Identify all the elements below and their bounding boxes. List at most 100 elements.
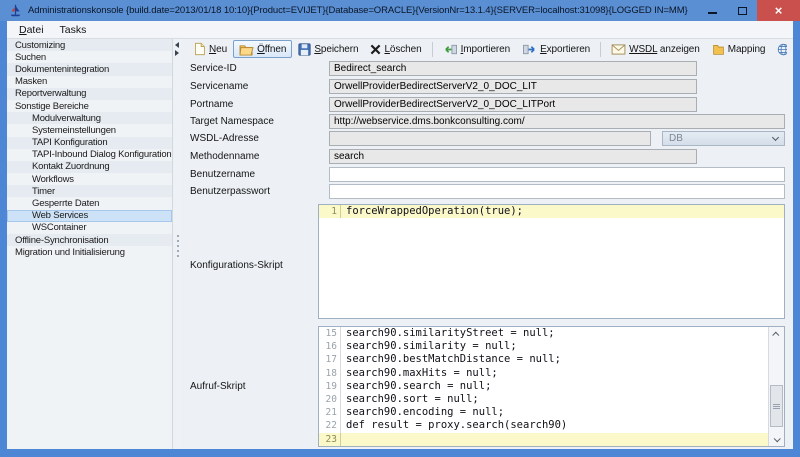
portname-label: Portname <box>190 99 233 110</box>
exportieren-button[interactable]: Exportieren <box>516 40 596 58</box>
sidebar-item-label: Migration und Initialisierung <box>15 247 125 258</box>
sidebar-item-customizing[interactable]: Customizing <box>7 39 172 51</box>
aufruf-skript-label: Aufruf-Skript <box>190 381 246 392</box>
sidebar-item-sonstige-bereiche[interactable]: Sonstige Bereiche <box>7 100 172 112</box>
export-icon <box>522 43 537 56</box>
sidebar-item-workflows[interactable]: Workflows <box>7 173 172 185</box>
sidebar-item-reportverwaltung[interactable]: Reportverwaltung <box>7 88 172 100</box>
sidebar-item-label: Timer <box>32 186 55 197</box>
window-controls: × <box>697 0 800 21</box>
sidebar-item-label: Dokumentenintegration <box>15 64 109 75</box>
sidebar-item-label: Gesperrte Daten <box>32 198 99 209</box>
sidebar-item-label: TAPI-Inbound Dialog Konfiguration <box>32 149 172 160</box>
line-number: 22 <box>319 419 341 432</box>
form-row-benutzerpasswort: Benutzerpasswort <box>181 184 793 200</box>
methodenname-label: Methodenname <box>190 151 260 162</box>
splitter-collapse-arrows-icon[interactable] <box>175 42 179 56</box>
loeschen-button[interactable]: Löschen <box>364 40 427 58</box>
code-line: 17search90.bestMatchDistance = null; <box>319 353 784 366</box>
menu-item-datei[interactable]: Datei <box>11 21 52 38</box>
open-folder-icon <box>239 43 254 56</box>
sidebar-item-wscontainer[interactable]: WSContainer <box>7 222 172 234</box>
save-icon <box>298 43 311 56</box>
line-number: 1 <box>319 205 341 218</box>
sidebar-item-label: Web Services <box>32 210 88 221</box>
close-button[interactable]: × <box>757 0 800 21</box>
code-line: 1forceWrappedOperation(true); <box>319 205 784 218</box>
code-text <box>341 433 346 446</box>
wsdl-anzeigen-button[interactable]: WSDL anzeigen <box>605 40 706 58</box>
sidebar-item-label: Modulverwaltung <box>32 113 101 124</box>
sidebar-item-migration-und-initialisierung[interactable]: Migration und Initialisierung <box>7 246 172 258</box>
code-text: search90.encoding = null; <box>341 406 504 419</box>
benutzerpasswort-input[interactable] <box>329 184 785 199</box>
wsdl-envelope-icon <box>611 44 626 55</box>
editor-scrollbar[interactable] <box>768 327 784 446</box>
code-text: search90.bestMatchDistance = null; <box>341 353 561 366</box>
sidebar-item-tapi-inbound-dialog-konfiguration[interactable]: TAPI-Inbound Dialog Konfiguration <box>7 149 172 161</box>
window-border-left <box>0 21 7 450</box>
benutzername-input[interactable] <box>329 167 785 182</box>
mapping-label: Mapping <box>728 44 766 55</box>
portname-input[interactable] <box>329 97 697 112</box>
sidebar-item-dokumentenintegration[interactable]: Dokumentenintegration <box>7 63 172 75</box>
toolbar-separator <box>432 42 433 57</box>
test-button[interactable]: Test <box>771 40 787 58</box>
wsdl-adresse-input[interactable] <box>329 131 651 146</box>
sidebar-item-offline-synchronisation[interactable]: Offline-Synchronisation <box>7 234 172 246</box>
sidebar-item-web-services[interactable]: Web Services <box>7 210 172 222</box>
splitter[interactable] <box>174 39 181 449</box>
scroll-up-button[interactable] <box>769 327 784 341</box>
form-row-methodenname: Methodenname <box>181 149 793 165</box>
servicename-label: Servicename <box>190 81 248 92</box>
sidebar-item-masken[interactable]: Masken <box>7 76 172 88</box>
servicename-input[interactable] <box>329 79 697 94</box>
importieren-button[interactable]: Importieren <box>437 40 517 58</box>
wsdl-anzeigen-label: WSDL anzeigen <box>629 44 700 55</box>
target-namespace-input[interactable] <box>329 114 785 129</box>
window-border-right <box>793 21 800 450</box>
konfigurations-skript-label: Konfigurations-Skript <box>190 260 283 271</box>
oeffnen-button[interactable]: Öffnen <box>233 40 292 58</box>
menu-item-tasks[interactable]: Tasks <box>52 21 95 38</box>
code-text: search90.similarity = null; <box>341 340 517 353</box>
code-line: 16search90.similarity = null; <box>319 340 784 353</box>
menu-tasks-label: Tasks <box>60 24 87 36</box>
code-text: search90.similarityStreet = null; <box>341 327 555 340</box>
sidebar-item-label: Offline-Synchronisation <box>15 235 108 246</box>
maximize-button[interactable] <box>727 0 757 21</box>
form-row-service-id: Service-ID <box>181 61 793 77</box>
sidebar-item-timer[interactable]: Timer <box>7 185 172 197</box>
sidebar-item-tapi-konfiguration[interactable]: TAPI Konfiguration <box>7 137 172 149</box>
wsdl-adresse-label: WSDL-Adresse <box>190 133 259 144</box>
sidebar-item-systemeinstellungen[interactable]: Systemeinstellungen <box>7 124 172 136</box>
mapping-button[interactable]: Mapping <box>706 40 772 58</box>
code-line: 23 <box>319 433 784 446</box>
code-text: forceWrappedOperation(true); <box>341 205 523 218</box>
aufruf-skript-editor[interactable]: 15search90.similarityStreet = null;16sea… <box>318 326 785 447</box>
sidebar-item-kontakt-zuordnung[interactable]: Kontakt Zuordnung <box>7 161 172 173</box>
methodenname-input[interactable] <box>329 149 697 164</box>
line-number: 16 <box>319 340 341 353</box>
sidebar-item-label: Masken <box>15 76 47 87</box>
form-row-target-namespace: Target Namespace <box>181 114 793 130</box>
code-text: search90.sort = null; <box>341 393 479 406</box>
chevron-down-icon <box>774 435 781 442</box>
form-row-wsdl-adresse: WSDL-Adresse DB <box>181 131 793 147</box>
sidebar-item-gesperrte-daten[interactable]: Gesperrte Daten <box>7 197 172 209</box>
sidebar-item-suchen[interactable]: Suchen <box>7 51 172 63</box>
speichern-button[interactable]: Speichern <box>292 40 364 58</box>
code-line: 22def result = proxy.search(search90) <box>319 419 784 432</box>
neu-button[interactable]: Neu <box>187 40 233 58</box>
scroll-thumb[interactable] <box>770 385 783 427</box>
test-globe-icon <box>777 43 787 56</box>
wsdl-source-combo[interactable]: DB <box>662 131 785 146</box>
konfigurations-skript-editor[interactable]: 1forceWrappedOperation(true); <box>318 204 785 319</box>
sidebar-item-label: Systemeinstellungen <box>32 125 116 136</box>
minimize-button[interactable] <box>697 0 727 21</box>
line-number: 23 <box>319 433 341 446</box>
neu-label: Neu <box>209 44 227 55</box>
scroll-down-button[interactable] <box>769 432 784 446</box>
service-id-input[interactable] <box>329 61 697 76</box>
sidebar-item-modulverwaltung[interactable]: Modulverwaltung <box>7 112 172 124</box>
